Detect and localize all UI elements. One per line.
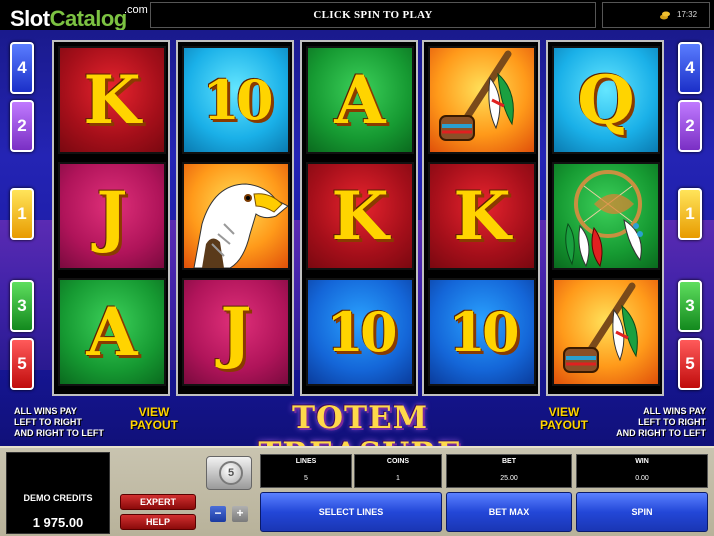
view-payout-text: PAYOUT [539,418,588,432]
symbol-glyph: K [331,177,389,255]
select-lines-button[interactable]: SELECT LINES [260,492,442,532]
view-payout-text: PAYOUT [129,418,178,432]
coins-value: 1 [396,475,400,482]
lines-stat: LINES 5 [260,454,352,488]
peace-pipe-symbol-art [563,282,638,373]
clock-time: 17:32 [677,10,698,19]
coins-icon [660,11,670,20]
coin-decrease-button[interactable]: − [210,506,226,522]
line-indicator-right-1[interactable]: 1 [678,188,702,240]
view-payout-right-button[interactable]: VIEW PAYOUT [536,406,592,432]
symbol-glyph: 10 [202,68,273,132]
symbol-q: Q [552,46,660,154]
top-bar: SlotCatalog .com CLICK SPIN TO PLAY 17:3… [0,0,714,32]
reel-2: 10 J [176,40,294,396]
symbol-dreamcatcher [552,162,660,270]
wins-info-right-line: AND RIGHT TO LEFT [616,428,706,438]
symbol-glyph: A [86,293,138,371]
coin-value-display: 5 [206,456,252,490]
lines-value: 5 [304,475,308,482]
line-indicator-left-3[interactable]: 3 [10,280,34,332]
credits-value: 1 975.00 [32,515,84,530]
line-indicator-left-1[interactable]: 1 [10,188,34,240]
reel-3: A K 10 [300,40,418,396]
symbol-10: 10 [182,46,290,154]
win-stat: WIN 0.00 [576,454,708,488]
credits-label: DEMO CREDITS [23,493,93,503]
clock-box: 17:32 [602,2,710,28]
reel-4: K 10 [422,40,540,396]
wins-info-left-line: ALL WINS PAY [14,406,77,416]
wins-info-right-line: LEFT TO RIGHT [638,417,706,427]
logo-domain: .com [124,4,148,16]
expert-button[interactable]: EXPERT [120,494,196,510]
symbol-glyph: J [220,293,252,371]
control-panel: DEMO CREDITS 1 975.00 EXPERT HELP 5 − + … [0,446,714,536]
credits-display: DEMO CREDITS 1 975.00 [6,452,110,534]
symbol-glyph: K [83,61,141,139]
bet-stat: BET 25.00 [446,454,572,488]
symbol-k: K [428,162,536,270]
symbol-glyph: 10 [326,300,397,364]
coin-increase-button[interactable]: + [232,506,248,522]
symbol-glyph: A [334,61,386,139]
line-indicator-right-2[interactable]: 2 [678,100,702,152]
symbol-peace-pipe [552,278,660,386]
peace-pipe-symbol-art [439,50,514,141]
coins-label: COINS [386,458,410,465]
dreamcatcher-symbol-art [565,170,643,268]
lines-label: LINES [295,458,317,465]
symbol-a: A [306,46,414,154]
spin-button[interactable]: SPIN [576,492,708,532]
reel-5: Q [546,40,664,396]
wins-info-left-line: AND RIGHT TO LEFT [14,428,104,438]
symbol-eagle [182,162,290,270]
logo-part-catalog: Catalog [49,6,128,31]
help-button[interactable]: HELP [120,514,196,530]
symbol-j: J [58,162,166,270]
wins-info-right-line: ALL WINS PAY [643,406,706,416]
symbol-glyph: Q [577,61,635,139]
symbol-peace-pipe [428,46,536,154]
symbol-glyph: J [96,177,128,255]
symbol-glyph: K [453,177,511,255]
line-indicator-left-5[interactable]: 5 [10,338,34,390]
bet-max-button[interactable]: BET MAX [446,492,572,532]
message-bar: CLICK SPIN TO PLAY [150,2,596,28]
slotcatalog-logo: SlotCatalog [10,6,127,32]
line-indicator-left-4[interactable]: 4 [10,42,34,94]
symbol-k: K [306,162,414,270]
wins-info-left: ALL WINS PAY LEFT TO RIGHT AND RIGHT TO … [14,406,104,439]
wins-info-right: ALL WINS PAY LEFT TO RIGHT AND RIGHT TO … [610,406,706,439]
view-payout-left-button[interactable]: VIEW PAYOUT [126,406,182,432]
win-label: WIN [635,458,649,465]
win-value: 0.00 [635,475,649,482]
reel-1: KJA [52,40,170,396]
bet-value: 25.00 [500,475,518,482]
line-indicator-right-4[interactable]: 4 [678,42,702,94]
bet-label: BET [502,458,516,465]
wins-info-left-line: LEFT TO RIGHT [14,417,82,427]
symbol-glyph: 10 [448,300,519,364]
line-indicator-left-2[interactable]: 2 [10,100,34,152]
symbol-k: K [58,46,166,154]
line-indicator-right-3[interactable]: 3 [678,280,702,332]
symbol-10: 10 [428,278,536,386]
coin-value: 5 [219,461,243,485]
symbol-a: A [58,278,166,386]
play-area: 4 2 1 3 5 4 2 1 3 5 K J A 10 J A K 10 K 10 Q [0,30,714,472]
symbol-j: J [182,278,290,386]
line-indicator-right-5[interactable]: 5 [678,338,702,390]
status-message: CLICK SPIN TO PLAY [313,9,433,21]
coins-stat: COINS 1 [354,454,442,488]
logo-part-slot: Slot [10,6,50,31]
eagle-symbol-art [193,183,288,268]
symbol-10: 10 [306,278,414,386]
